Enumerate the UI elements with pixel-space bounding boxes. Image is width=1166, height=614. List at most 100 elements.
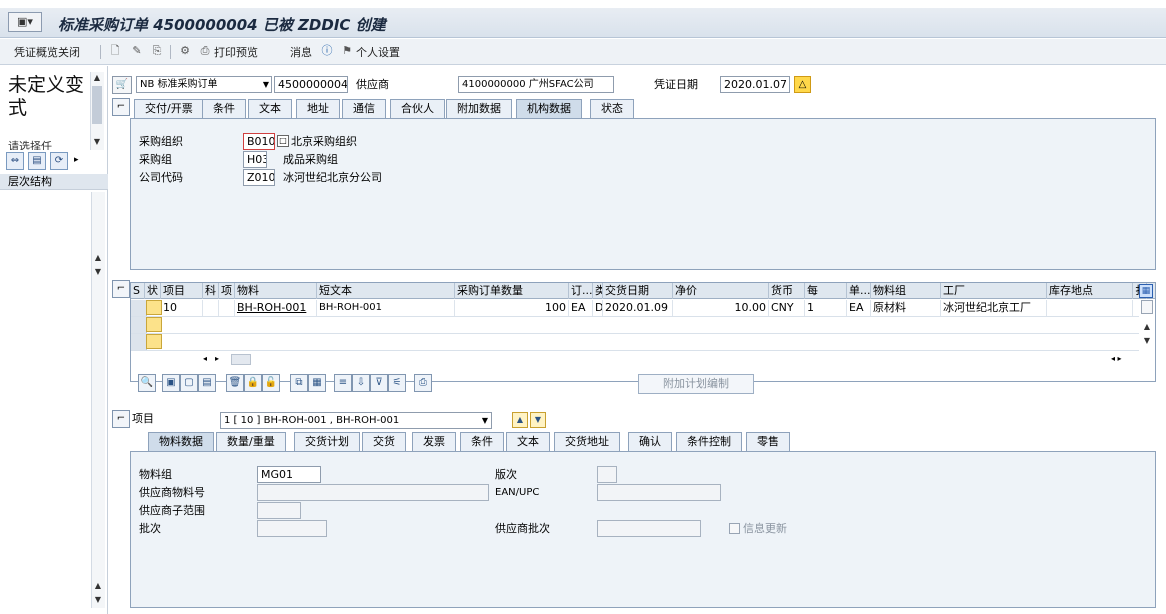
deselect-all-icon[interactable]: ▢ bbox=[180, 374, 198, 392]
chevron-down-icon[interactable]: ▼ bbox=[263, 77, 269, 92]
tab-address[interactable]: 地址 bbox=[296, 99, 340, 118]
tab-material-data[interactable]: 物料数据 bbox=[148, 432, 214, 451]
filter-icon[interactable]: ⊽ bbox=[370, 374, 388, 392]
scroll-thumb[interactable] bbox=[92, 86, 102, 124]
delete-icon[interactable]: 🗑 bbox=[226, 374, 244, 392]
calculator-icon[interactable]: ▦ bbox=[308, 374, 326, 392]
currency-cell[interactable]: CNY bbox=[769, 300, 805, 316]
net-price-cell[interactable]: 10.00 bbox=[673, 300, 769, 316]
row-checkbox[interactable] bbox=[1141, 300, 1153, 314]
column-header[interactable]: 类 bbox=[593, 283, 603, 299]
other-document-icon[interactable]: ⎘ bbox=[150, 44, 164, 58]
tab-condition-control[interactable]: 条件控制 bbox=[676, 432, 742, 451]
cart-icon[interactable]: 🛒 bbox=[112, 76, 132, 94]
order-unit-cell[interactable]: EA bbox=[847, 300, 871, 316]
date-cat-cell[interactable]: D bbox=[593, 300, 603, 316]
next-item-icon[interactable]: ▼ bbox=[530, 412, 546, 428]
material-group-cell[interactable]: 原材料 bbox=[871, 300, 941, 316]
select-all-icon[interactable]: ▣ bbox=[162, 374, 180, 392]
status-cell[interactable] bbox=[146, 300, 162, 315]
row-selector[interactable] bbox=[131, 300, 147, 316]
scroll-down-icon[interactable]: ▼ bbox=[1141, 335, 1153, 347]
scroll-down-icon[interactable]: ▼ bbox=[91, 136, 103, 148]
column-header[interactable]: 单... bbox=[847, 283, 871, 299]
status-cell[interactable] bbox=[146, 334, 162, 349]
scroll-left-icon[interactable]: ◂ bbox=[203, 354, 207, 363]
short-text-cell[interactable]: BH-ROH-001 bbox=[317, 300, 455, 316]
tab-delivery-address[interactable]: 交货地址 bbox=[554, 432, 620, 451]
material-group-field[interactable]: MG01 bbox=[257, 466, 321, 483]
column-header[interactable]: 物料组 bbox=[871, 283, 941, 299]
column-header[interactable]: 工厂 bbox=[941, 283, 1047, 299]
tab-communication[interactable]: 通信 bbox=[342, 99, 386, 118]
status-cell[interactable] bbox=[146, 317, 162, 332]
more-arrow-icon[interactable]: ▸ bbox=[74, 155, 79, 165]
column-header[interactable]: 采购订单数量 bbox=[455, 283, 569, 299]
column-header[interactable]: 每 bbox=[805, 283, 847, 299]
column-header[interactable]: 短文本 bbox=[317, 283, 455, 299]
details-icon[interactable]: 🔍 bbox=[138, 374, 156, 392]
vendor-subrange-field[interactable] bbox=[257, 502, 301, 519]
delivery-date-cell[interactable]: 2020.01.09 bbox=[603, 300, 673, 316]
plant-cell[interactable]: 冰河世纪北京工厂 bbox=[941, 300, 1047, 316]
column-header[interactable]: S bbox=[131, 283, 145, 299]
table-row[interactable]: 10 BH-ROH-001 BH-ROH-001 100 EA D 2020.0… bbox=[131, 300, 1139, 317]
tab-item-conditions[interactable]: 条件 bbox=[460, 432, 504, 451]
hierarchy-scrollbar[interactable]: ▲ ▼ ▲ ▼ bbox=[91, 192, 105, 608]
quantity-cell[interactable]: 100 bbox=[455, 300, 569, 316]
copy-icon[interactable]: ⧉ bbox=[290, 374, 308, 392]
personal-settings-icon[interactable]: ⚑ bbox=[340, 44, 354, 58]
variant-scrollbar[interactable]: ▲ ▼ bbox=[90, 72, 104, 150]
doc-type-select[interactable]: NB 标准采购订单 ▼ bbox=[136, 76, 272, 93]
company-code-field[interactable]: Z010 bbox=[243, 169, 275, 186]
column-header[interactable]: 物料 bbox=[235, 283, 317, 299]
scroll-down-icon[interactable]: ▼ bbox=[92, 266, 104, 278]
additional-planning-button[interactable]: 附加计划编制 bbox=[638, 374, 754, 394]
table-row[interactable] bbox=[131, 334, 1139, 351]
tab-invoice[interactable]: 发票 bbox=[412, 432, 456, 451]
column-header[interactable]: 状 bbox=[145, 283, 161, 299]
column-header[interactable]: 库存地点 bbox=[1047, 283, 1133, 299]
scroll-thumb[interactable] bbox=[231, 354, 251, 365]
account-cell[interactable] bbox=[203, 300, 219, 316]
select-block-icon[interactable]: ▤ bbox=[198, 374, 216, 392]
tab-texts[interactable]: 文本 bbox=[248, 99, 292, 118]
column-header[interactable]: 项目 bbox=[161, 283, 203, 299]
tab-org-data[interactable]: 机构数据 bbox=[516, 99, 582, 118]
info-icon[interactable]: ⓘ bbox=[320, 44, 334, 58]
purch-group-field[interactable]: H03 bbox=[243, 151, 267, 168]
new-document-icon[interactable]: 🗋 bbox=[108, 44, 122, 58]
item-selector[interactable]: 1 [ 10 ] BH-ROH-001 , BH-ROH-001 ▼ bbox=[220, 412, 492, 429]
horizontal-scrollbar[interactable]: ◂ ▸ bbox=[203, 353, 263, 367]
sort-desc-icon[interactable]: ⇩ bbox=[352, 374, 370, 392]
collapse-items-icon[interactable]: ⌐ bbox=[112, 280, 130, 298]
tab-quantities-weights[interactable]: 数量/重量 bbox=[216, 432, 286, 451]
vendor-field[interactable]: 4100000000 广州SFAC公司 bbox=[458, 76, 614, 93]
per-cell[interactable]: 1 bbox=[805, 300, 847, 316]
collapse-item-detail-icon[interactable]: ⌐ bbox=[112, 410, 130, 428]
previous-item-icon[interactable]: ▲ bbox=[512, 412, 528, 428]
collapse-header-icon[interactable]: ⌐ bbox=[112, 98, 130, 116]
tab-confirmations[interactable]: 确认 bbox=[628, 432, 672, 451]
f4-help-icon[interactable]: □ bbox=[277, 135, 289, 147]
change-display-icon[interactable]: ✎ bbox=[130, 44, 144, 58]
info-update-checkbox[interactable] bbox=[729, 523, 740, 534]
scroll-up-icon[interactable]: ▲ bbox=[1141, 321, 1153, 333]
print-icon[interactable]: ⎙ bbox=[414, 374, 432, 392]
column-header[interactable]: 科 bbox=[203, 283, 219, 299]
warning-icon[interactable]: △ bbox=[794, 76, 811, 93]
print-preview-button[interactable]: 打印预览 bbox=[214, 44, 258, 60]
column-header[interactable]: 订... bbox=[569, 283, 593, 299]
column-header[interactable]: 货币 bbox=[769, 283, 805, 299]
filter-settings-icon[interactable]: ⚟ bbox=[388, 374, 406, 392]
storage-location-cell[interactable] bbox=[1047, 300, 1133, 316]
unit-cell[interactable]: EA bbox=[569, 300, 593, 316]
hold-icon[interactable]: ⚙ bbox=[178, 44, 192, 58]
table-row[interactable] bbox=[131, 317, 1139, 334]
tab-additional-data[interactable]: 附加数据 bbox=[446, 99, 512, 118]
scroll-up-icon[interactable]: ▲ bbox=[91, 72, 103, 84]
refresh-icon[interactable]: ⟳ bbox=[50, 152, 68, 170]
tab-partners[interactable]: 合伙人 bbox=[390, 99, 445, 118]
ean-field[interactable] bbox=[597, 484, 721, 501]
close-overview-button[interactable]: 凭证概览关闭 bbox=[14, 44, 80, 60]
